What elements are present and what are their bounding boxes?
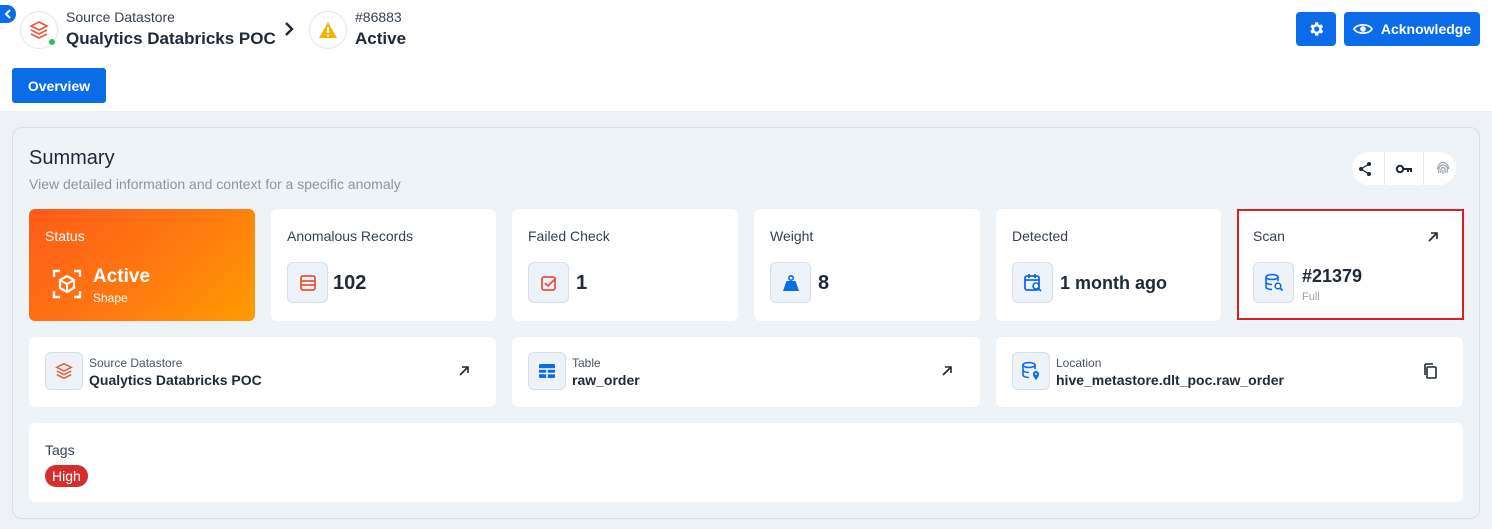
share-button[interactable] <box>1357 161 1373 177</box>
key-button[interactable] <box>1395 163 1413 175</box>
scan-card[interactable]: Scan #21379 Full <box>1237 209 1463 321</box>
external-arrow-icon[interactable] <box>941 365 953 377</box>
tag-high[interactable]: High <box>45 465 88 487</box>
datastore-avatar <box>20 10 58 49</box>
summary-actions <box>1352 152 1456 185</box>
summary-title: Summary <box>29 147 115 169</box>
key-icon <box>1395 164 1412 173</box>
table-card[interactable]: Table raw_order <box>512 337 980 407</box>
shape-cube-icon <box>52 269 82 299</box>
datastore-name: Qualytics Databricks POC <box>66 29 276 48</box>
detected-icon-box <box>1012 262 1053 303</box>
table-icon <box>539 364 555 378</box>
collapse-sidebar-button[interactable] <box>0 5 16 23</box>
copy-icon[interactable] <box>1423 363 1437 379</box>
status-card: Status Active Shape <box>29 209 255 321</box>
checklist-icon <box>540 275 557 291</box>
status-sub: Shape <box>93 291 128 305</box>
status-label: Status <box>45 228 85 244</box>
detected-label: Detected <box>1012 228 1069 244</box>
source-datastore-value: Qualytics Databricks POC <box>89 372 262 388</box>
detected-value: 1 month ago <box>1060 273 1167 293</box>
datastore-icon-box <box>45 352 83 390</box>
location-label: Location <box>1056 356 1102 370</box>
failed-check-label: Failed Check <box>528 228 610 244</box>
database-location-icon <box>1022 361 1039 380</box>
weight-icon <box>782 274 799 291</box>
online-status-dot <box>47 36 57 47</box>
divider <box>1423 152 1425 185</box>
warning-icon <box>319 21 337 38</box>
chevron-right-icon <box>285 22 294 36</box>
weight-card: Weight 8 <box>754 209 980 321</box>
settings-button[interactable] <box>1296 12 1336 46</box>
scan-label: Scan <box>1253 228 1285 244</box>
external-arrow-icon[interactable] <box>458 365 470 377</box>
location-value: hive_metastore.dlt_poc.raw_order <box>1056 372 1284 388</box>
records-icon-box <box>287 262 328 303</box>
anomalous-records-value: 102 <box>333 272 367 294</box>
anomalous-records-label: Anomalous Records <box>287 228 414 244</box>
location-card: Location hive_metastore.dlt_poc.raw_orde… <box>996 337 1463 407</box>
weight-label: Weight <box>770 228 814 244</box>
eye-icon <box>1352 23 1373 35</box>
location-icon-box <box>1012 352 1050 390</box>
table-label: Table <box>572 356 601 370</box>
anomaly-avatar <box>309 10 347 49</box>
scan-value: #21379 <box>1302 266 1363 286</box>
anomaly-id: #86883 <box>355 9 402 25</box>
detected-card: Detected 1 month ago <box>996 209 1221 321</box>
table-icon-box <box>528 352 566 390</box>
tags-label: Tags <box>45 442 75 458</box>
status-value: Active <box>93 266 151 287</box>
weight-value: 8 <box>818 272 830 294</box>
scan-type: Full <box>1302 291 1320 303</box>
breadcrumb-datastore[interactable]: Source Datastore Qualytics Databricks PO… <box>20 9 276 50</box>
chevron-left-icon <box>4 9 11 19</box>
acknowledge-label: Acknowledge <box>1380 21 1472 37</box>
weight-icon-box <box>770 262 811 303</box>
summary-subtitle: View detailed information and context fo… <box>29 176 401 192</box>
tab-overview[interactable]: Overview <box>12 68 106 103</box>
anomaly-status: Active <box>355 29 407 48</box>
tags-card: Tags <box>29 423 1463 502</box>
breadcrumb-anomaly: #86883 Active <box>309 9 406 50</box>
failed-check-icon-box <box>528 262 569 303</box>
scan-icon-box <box>1253 262 1294 303</box>
calendar-search-icon <box>1023 273 1042 292</box>
external-arrow-icon[interactable] <box>1427 231 1439 243</box>
acknowledge-button[interactable]: Acknowledge <box>1344 12 1480 46</box>
table-value: raw_order <box>572 372 640 388</box>
gear-icon <box>1310 22 1324 36</box>
database-search-icon <box>1264 273 1283 291</box>
source-datastore-card[interactable]: Source Datastore Qualytics Databricks PO… <box>29 337 496 407</box>
databricks-icon <box>55 362 73 380</box>
divider <box>1383 152 1385 185</box>
databricks-icon <box>29 20 49 39</box>
records-list-icon <box>299 274 316 291</box>
datastore-label: Source Datastore <box>66 9 175 25</box>
fingerprint-icon <box>1436 161 1449 174</box>
source-datastore-label: Source Datastore <box>89 356 183 370</box>
fingerprint-button[interactable] <box>1435 161 1451 177</box>
share-icon <box>1359 161 1372 176</box>
anomalous-records-card: Anomalous Records 102 <box>271 209 496 321</box>
failed-check-value: 1 <box>576 272 588 294</box>
failed-check-card: Failed Check 1 <box>512 209 738 321</box>
